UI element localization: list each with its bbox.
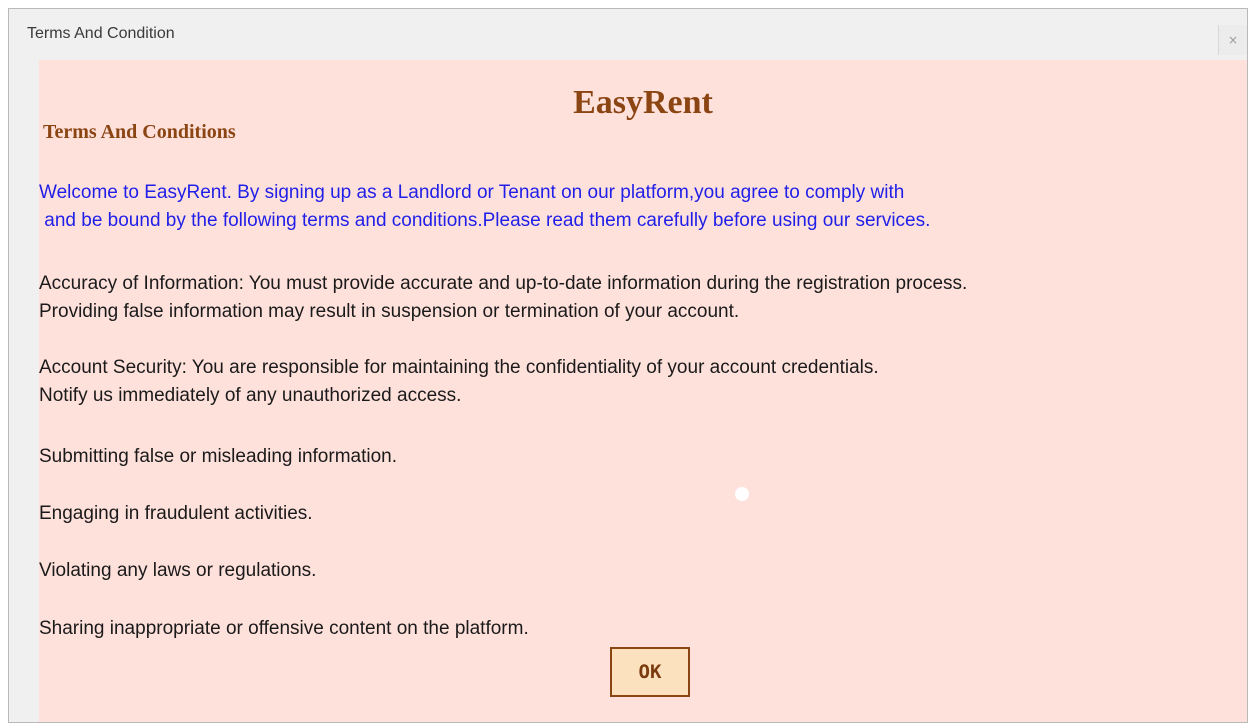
intro-text: Welcome to EasyRent. By signing up as a … xyxy=(39,182,931,231)
ok-button[interactable]: OK xyxy=(610,647,690,697)
term-inappropriate-content: Sharing inappropriate or offensive conte… xyxy=(39,618,529,639)
term-false-info: Submitting false or misleading informati… xyxy=(39,446,398,467)
cursor-dot xyxy=(735,487,749,501)
close-icon: × xyxy=(1227,33,1239,47)
term-account-security: Account Security: You are responsible fo… xyxy=(39,357,879,406)
title-bar: Terms And Condition × xyxy=(9,9,1247,60)
window-title: Terms And Condition xyxy=(27,25,175,42)
term-fraud: Engaging in fraudulent activities. xyxy=(39,503,313,524)
term-laws: Violating any laws or regulations. xyxy=(39,560,317,581)
terms-dialog: Terms And Condition × EasyRent Terms And… xyxy=(8,8,1248,723)
section-title: Terms And Conditions xyxy=(43,121,236,143)
app-name: EasyRent xyxy=(573,84,713,121)
close-button[interactable]: × xyxy=(1218,25,1247,55)
term-accuracy: Accuracy of Information: You must provid… xyxy=(39,273,968,322)
terms-content: EasyRent Terms And Conditions Welcome to… xyxy=(39,60,1247,722)
